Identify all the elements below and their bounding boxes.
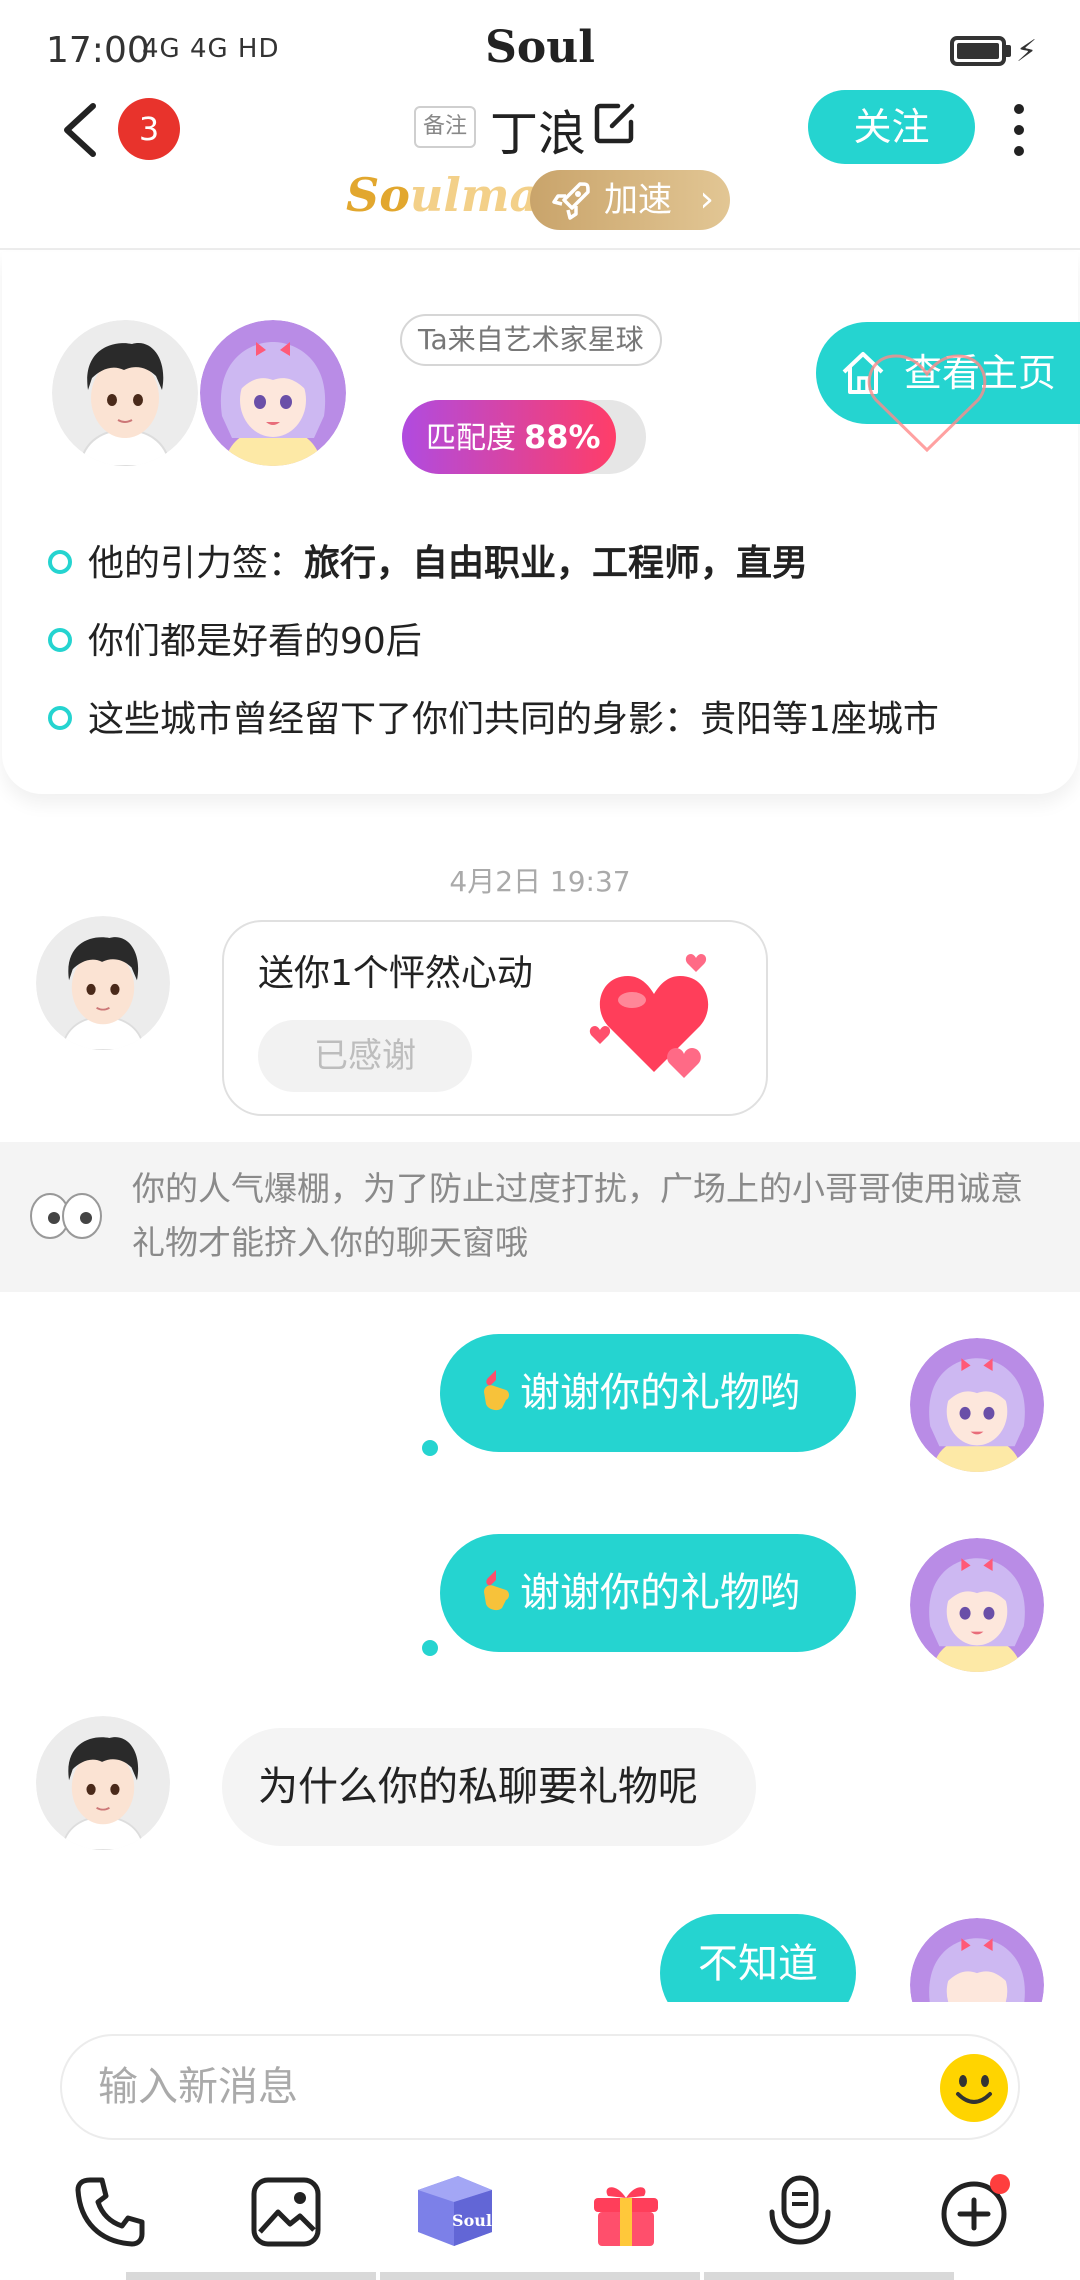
attraction-tags-line: 他的引力签：旅行，自由职业，工程师，直男 — [88, 534, 808, 586]
tags-prefix: 他的引力签： — [88, 543, 305, 584]
my-avatar[interactable] — [200, 320, 346, 466]
more-options-icon[interactable] — [1004, 102, 1034, 158]
back-arrow-icon[interactable] — [55, 100, 115, 160]
plus-icon[interactable] — [934, 2172, 1014, 2252]
soul-box-label: Soul — [452, 2211, 492, 2230]
bullet-icon — [48, 628, 72, 652]
read-status-dot — [422, 1440, 438, 1456]
bullet-icon — [48, 706, 72, 730]
gift-message-text: 送你1个怦然心动 — [258, 953, 533, 994]
match-value: 88% — [524, 418, 601, 456]
outgoing-message-text: 谢谢你的礼物哟 — [520, 1370, 800, 1416]
speedup-button[interactable]: 加速 › — [530, 170, 730, 230]
message-timestamp: 4月2日 19:37 — [449, 865, 631, 898]
attraction-tags: 旅行，自由职业，工程师，直男 — [304, 543, 809, 584]
heart-gift-icon — [589, 954, 709, 1078]
outgoing-message[interactable]: 不知道 — [660, 1914, 856, 2002]
notice-text: 你的人气爆棚，为了防止过度打扰，广场上的小哥哥使用诚意礼物才能挤入你的聊天窗哦 — [132, 1169, 1023, 1262]
charging-icon: ⚡ — [1016, 34, 1038, 69]
unread-badge: 3 — [118, 98, 180, 160]
emoji-icon[interactable] — [938, 2052, 1010, 2124]
contact-avatar[interactable] — [36, 1716, 170, 1850]
rocket-icon — [552, 182, 590, 220]
eyes-icon — [30, 1193, 102, 1239]
incoming-message[interactable]: 为什么你的私聊要礼物呢 — [222, 1728, 756, 1846]
follow-button[interactable]: 关注 — [808, 90, 975, 164]
my-avatar[interactable] — [910, 1918, 1044, 2002]
voice-icon[interactable] — [760, 2172, 840, 2252]
outgoing-message-text: 不知道 — [698, 1941, 818, 1987]
outgoing-message[interactable]: 谢谢你的礼物哟 — [440, 1534, 856, 1652]
nav-strip — [126, 2272, 376, 2280]
heart-outline-icon — [867, 354, 987, 453]
message-input[interactable]: 输入新消息 — [60, 2034, 1020, 2140]
match-progress-fill: 匹配度 88% — [402, 400, 616, 474]
image-icon[interactable] — [246, 2172, 326, 2252]
phone-icon[interactable] — [70, 2172, 150, 2252]
contact-avatar[interactable] — [52, 320, 198, 466]
thanked-button[interactable]: 已感谢 — [258, 1020, 472, 1092]
soul-box-icon[interactable]: Soul — [412, 2166, 498, 2252]
remark-tag[interactable]: 备注 — [414, 106, 476, 148]
origin-planet-tag: Ta来自艺术家星球 — [400, 314, 662, 366]
my-avatar[interactable] — [910, 1338, 1044, 1472]
read-status-dot — [422, 1640, 438, 1656]
chevron-right-icon: › — [699, 179, 714, 220]
common-age-line: 你们都是好看的90后 — [88, 621, 422, 662]
contact-avatar[interactable] — [36, 916, 170, 1050]
view-homepage-button[interactable]: 查看主页 — [816, 322, 1080, 453]
status-app-name: Soul — [485, 22, 595, 73]
common-cities-line: 这些城市曾经留下了你们共同的身影：贵阳等1座城市 — [88, 699, 939, 740]
outgoing-message[interactable]: 谢谢你的礼物哟 — [440, 1334, 856, 1452]
outgoing-message-text: 谢谢你的礼物哟 — [520, 1570, 800, 1616]
nav-strip — [380, 2272, 700, 2280]
contact-name: 丁浪 — [490, 106, 587, 162]
speedup-label: 加速 — [604, 180, 672, 220]
gift-icon[interactable] — [586, 2172, 666, 2252]
my-avatar[interactable] — [910, 1538, 1044, 1672]
edit-icon[interactable] — [592, 100, 638, 146]
hand-heart-emoji-icon — [484, 1370, 509, 1411]
battery-icon — [950, 36, 1006, 66]
hand-heart-emoji-icon — [484, 1570, 509, 1611]
bullet-icon — [48, 550, 72, 574]
header-divider — [0, 248, 1080, 250]
incoming-message-text: 为什么你的私聊要礼物呢 — [258, 1764, 698, 1810]
message-clip: 不知道 — [0, 1900, 1080, 2002]
match-label: 匹配度 — [426, 421, 516, 456]
nav-strip — [704, 2272, 954, 2280]
battery-tip — [1006, 45, 1011, 57]
